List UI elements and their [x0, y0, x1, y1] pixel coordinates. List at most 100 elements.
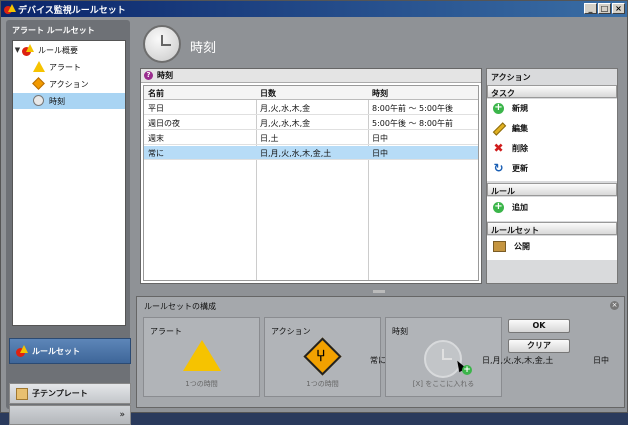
- cell-days: 月,火,水,木,金: [260, 104, 311, 113]
- nav-child-templates[interactable]: 子テンプレート: [9, 383, 131, 404]
- summary-always: 常に: [370, 356, 386, 365]
- page-title: 時刻: [190, 41, 217, 56]
- pencil-icon: [493, 123, 504, 134]
- table-row[interactable]: 平日 月,火,水,木,金 8:00午前 ～ 5:00午後: [144, 101, 478, 115]
- slot-caption: [X] をここに入れる: [412, 380, 475, 388]
- refresh-icon: ↻: [493, 161, 504, 175]
- cell-days: 日,土: [260, 134, 279, 143]
- slot-label: 時刻: [392, 327, 408, 336]
- tree-item-action[interactable]: アクション: [13, 76, 125, 92]
- publish-icon: [493, 241, 506, 252]
- edit-button[interactable]: 編集: [493, 123, 528, 134]
- delete-label: 削除: [512, 144, 528, 153]
- delete-button[interactable]: ✖ 削除: [493, 141, 528, 155]
- app-icon: [4, 3, 16, 15]
- table-row-selected[interactable]: 常に 日,月,火,水,木,金,土 日中: [144, 146, 478, 160]
- help-icon[interactable]: ?: [144, 71, 153, 80]
- cell-name: 平日: [148, 104, 164, 113]
- section-ruleset: ルールセット: [487, 222, 617, 235]
- column-header-time[interactable]: 時刻: [372, 88, 388, 99]
- table-panel-header: ? 時刻: [141, 69, 481, 83]
- ok-button[interactable]: OK: [508, 319, 570, 333]
- cell-days: 日,月,火,水,木,金,土: [260, 149, 332, 158]
- alert-triangle-icon: [33, 61, 45, 73]
- clock-icon: [424, 340, 462, 378]
- nav-templates-label: 子テンプレート: [32, 389, 88, 398]
- summary-time: 日中: [593, 356, 609, 365]
- delete-x-icon: ✖: [493, 141, 504, 155]
- cell-days: 月,火,水,木,金: [260, 119, 311, 128]
- add-label: 追加: [512, 203, 528, 212]
- table-panel-title: 時刻: [157, 71, 173, 80]
- cell-name: 週日の夜: [148, 119, 180, 128]
- plus-icon: +: [493, 201, 504, 213]
- close-button[interactable]: ×: [612, 3, 625, 14]
- ruleset-composition-panel: ルールセットの構成 × アラート 1つの時間 アクション ⑂ 1つの時間 常に …: [136, 296, 625, 408]
- add-plus-icon: +: [462, 365, 472, 375]
- clock-icon: [33, 95, 45, 107]
- slot-label: アラート: [150, 327, 182, 336]
- summary-days: 日,月,火,水,木,金,土: [482, 356, 554, 365]
- tree-item-label: アクション: [49, 79, 89, 89]
- nav-ruleset[interactable]: ルールセット: [9, 338, 131, 364]
- cell-name: 週末: [148, 134, 164, 143]
- nav-ruleset-label: ルールセット: [32, 346, 80, 356]
- rule-list: + 追加: [487, 197, 617, 221]
- new-label: 新規: [512, 104, 528, 113]
- column-header-days[interactable]: 日数: [260, 88, 276, 99]
- column-header-name[interactable]: 名前: [148, 88, 164, 99]
- cell-time: 5:00午後 ～ 8:00午前: [372, 119, 454, 128]
- clear-button[interactable]: クリア: [508, 339, 570, 353]
- slot-caption: 1つの時間: [185, 380, 218, 388]
- time-table: 名前 日数 時刻 平日 月,火,水,木,金 8:00午前 ～ 5:00午後 週日…: [143, 85, 479, 281]
- template-icon: [16, 387, 28, 400]
- rules-icon: [16, 345, 28, 357]
- action-diamond-icon: [32, 77, 45, 90]
- tree-item-alert[interactable]: アラート: [13, 59, 125, 75]
- table-row[interactable]: 週日の夜 月,火,水,木,金 5:00午後 ～ 8:00午前: [144, 116, 478, 130]
- section-tasks: タスク: [487, 85, 617, 98]
- publish-button[interactable]: 公開: [493, 241, 530, 252]
- splitter-handle[interactable]: [373, 290, 385, 293]
- expand-arrow-icon[interactable]: ▼: [13, 46, 22, 54]
- tree-item-label: 時刻: [49, 96, 65, 106]
- tree-item-time[interactable]: 時刻: [13, 93, 125, 109]
- tree-item-label: ルール概要: [38, 45, 78, 55]
- app-window: デバイス監視ルールセット _ □ × アラート ルールセット ▼ ルール概要 ア…: [0, 0, 628, 425]
- ruleset-list: 公開: [487, 236, 617, 260]
- window-title: デバイス監視ルールセット: [18, 5, 126, 16]
- nav-more-button[interactable]: »: [9, 405, 131, 425]
- slot-caption: 1つの時間: [306, 380, 339, 388]
- cell-name: 常に: [148, 149, 164, 158]
- table-header-row: 名前 日数 時刻: [144, 86, 478, 100]
- edit-label: 編集: [512, 124, 528, 133]
- alert-triangle-icon: [183, 340, 221, 371]
- cell-time: 8:00午前 ～ 5:00午後: [372, 104, 454, 113]
- publish-label: 公開: [514, 242, 530, 251]
- plus-icon: +: [493, 102, 504, 114]
- table-row[interactable]: 週末 日,土 日中: [144, 131, 478, 145]
- add-rule-button[interactable]: + 追加: [493, 202, 528, 213]
- fork-arrow-icon: ⑂: [316, 346, 326, 365]
- alert-slot[interactable]: アラート 1つの時間: [143, 317, 260, 397]
- refresh-button[interactable]: ↻ 更新: [493, 161, 528, 175]
- action-slot[interactable]: アクション ⑂ 1つの時間: [264, 317, 381, 397]
- section-rules: ルール: [487, 183, 617, 196]
- tree-item-rule-overview[interactable]: ▼ ルール概要: [13, 42, 125, 58]
- cell-time: 日中: [372, 134, 388, 143]
- rule-tree: ▼ ルール概要 アラート アクション 時刻: [12, 40, 126, 326]
- header-clock-icon: [143, 25, 181, 63]
- tree-item-label: アラート: [49, 62, 81, 72]
- rules-icon: [22, 44, 34, 56]
- left-panel: アラート ルールセット ▼ ルール概要 アラート アクション 時刻 ルールセット: [6, 20, 131, 425]
- task-list: + 新規 編集 ✖ 削除 ↻ 更新: [487, 99, 617, 181]
- action-panel: アクション タスク + 新規 編集 ✖ 削除 ↻ 更新 ルール + 追加 ルール…: [486, 68, 618, 284]
- refresh-label: 更新: [512, 164, 528, 173]
- close-panel-icon[interactable]: ×: [610, 301, 619, 310]
- minimize-button[interactable]: _: [584, 3, 597, 14]
- new-button[interactable]: + 新規: [493, 103, 528, 114]
- slot-label: アクション: [271, 327, 311, 336]
- time-table-panel: ? 時刻 名前 日数 時刻 平日 月,火,水,木,金 8:00午前 ～ 5:00…: [140, 68, 482, 284]
- maximize-button[interactable]: □: [598, 3, 611, 14]
- left-panel-title: アラート ルールセット: [12, 26, 95, 35]
